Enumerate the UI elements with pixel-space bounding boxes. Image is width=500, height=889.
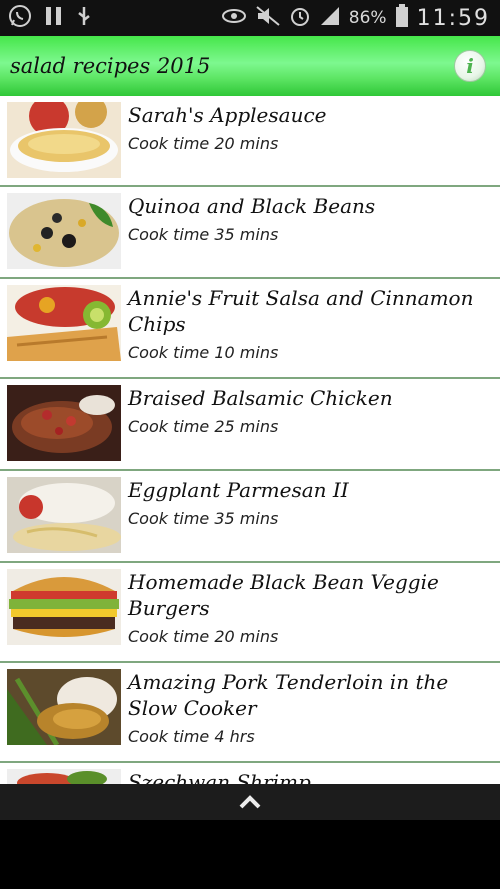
- alarm-icon: [289, 5, 311, 31]
- recipe-thumbnail: [7, 385, 121, 461]
- list-item[interactable]: Quinoa and Black Beans Cook time 35 mins: [0, 187, 500, 279]
- list-item[interactable]: Sarah's Applesauce Cook time 20 mins: [0, 96, 500, 187]
- list-item[interactable]: Braised Balsamic Chicken Cook time 25 mi…: [0, 379, 500, 471]
- pause-icon: [44, 5, 64, 31]
- cook-time: Cook time 25 mins: [128, 417, 279, 436]
- battery-percent: 86%: [348, 8, 387, 28]
- recipe-thumbnail: [7, 193, 121, 269]
- bottom-bar: [0, 784, 500, 820]
- cook-time: Cook time 20 mins: [128, 627, 279, 646]
- recipe-thumbnail: [7, 769, 121, 784]
- recipe-name: Eggplant Parmesan II: [128, 478, 349, 502]
- info-icon: i: [466, 54, 474, 78]
- recipe-thumbnail: [7, 569, 121, 645]
- cook-time: Cook time 4 hrs: [128, 727, 255, 746]
- clock: 11:59: [416, 5, 490, 31]
- list-item[interactable]: Homemade Black Bean Veggie Burgers Cook …: [0, 563, 500, 663]
- recipe-name: Homemade Black Bean Veggie Burgers: [128, 570, 439, 620]
- recipe-name: Sarah's Applesauce: [128, 103, 327, 127]
- action-bar: salad recipes 2015 i: [0, 36, 500, 96]
- chevron-up-icon[interactable]: [238, 790, 262, 815]
- recipe-thumbnail: [7, 102, 121, 178]
- info-button[interactable]: i: [454, 50, 486, 82]
- recipe-name: Amazing Pork Tenderloin in the Slow Cook…: [128, 670, 449, 720]
- signal-icon: [319, 5, 341, 31]
- mute-icon: [255, 5, 281, 31]
- cook-time: Cook time 10 mins: [128, 343, 279, 362]
- list-item[interactable]: Szechwan Shrimp: [0, 763, 500, 784]
- recipe-name: Quinoa and Black Beans: [128, 194, 376, 218]
- cook-time: Cook time 20 mins: [128, 134, 279, 153]
- usb-icon: [76, 5, 92, 31]
- status-bar: 86% 11:59: [0, 0, 500, 36]
- list-item[interactable]: Amazing Pork Tenderloin in the Slow Cook…: [0, 663, 500, 763]
- recipe-thumbnail: [7, 669, 121, 745]
- list-item[interactable]: Eggplant Parmesan II Cook time 35 mins: [0, 471, 500, 563]
- eye-icon: [221, 7, 247, 29]
- screen-bottom-area: [0, 820, 500, 889]
- cook-time: Cook time 35 mins: [128, 509, 279, 528]
- recipe-thumbnail: [7, 285, 121, 361]
- recipe-name: Braised Balsamic Chicken: [128, 386, 393, 410]
- recipe-name: Szechwan Shrimp: [128, 770, 311, 784]
- recipe-name: Annie's Fruit Salsa and Cinnamon Chips: [128, 286, 474, 336]
- cook-time: Cook time 35 mins: [128, 225, 279, 244]
- whatsapp-icon: [8, 4, 32, 32]
- recipe-thumbnail: [7, 477, 121, 553]
- app-title: salad recipes 2015: [10, 54, 211, 78]
- battery-icon: [395, 4, 409, 32]
- recipe-list[interactable]: Sarah's Applesauce Cook time 20 mins Qui…: [0, 96, 500, 784]
- list-item[interactable]: Annie's Fruit Salsa and Cinnamon Chips C…: [0, 279, 500, 379]
